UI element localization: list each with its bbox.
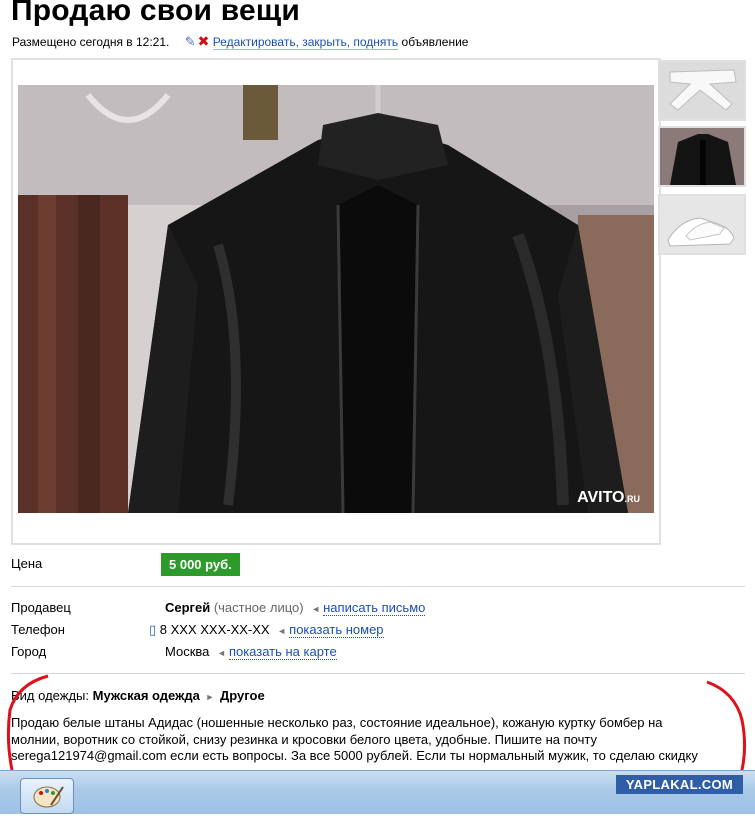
show-number-link[interactable]: показать номер bbox=[289, 622, 384, 638]
paint-palette-icon bbox=[33, 786, 64, 808]
trousers-thumb-image bbox=[660, 62, 744, 119]
edit-close-raise-link[interactable]: Редактировать, закрыть, поднять bbox=[212, 35, 399, 50]
phone-label: Телефон bbox=[11, 622, 65, 637]
seller-value: Сергей (частное лицо) ◄ написать письмо bbox=[165, 600, 426, 616]
paint-taskbar-button[interactable] bbox=[20, 778, 74, 814]
posted-text: Размещено сегодня в 12:21. bbox=[12, 35, 170, 49]
price-badge: 5 000 руб. bbox=[161, 553, 240, 576]
page-title: Продаю свои вещи bbox=[11, 0, 301, 27]
delete-x-icon[interactable]: ✖ bbox=[198, 33, 210, 49]
thumbnail-jacket[interactable] bbox=[658, 126, 746, 187]
phone-number: 8 XXX XXX-XX-XX bbox=[159, 622, 270, 637]
edit-suffix: объявление bbox=[401, 35, 469, 49]
yaplakal-watermark: YAPLAKAL.COM bbox=[615, 775, 743, 794]
thumbnail-trousers[interactable] bbox=[658, 60, 746, 121]
arrow-left-icon: ◄ bbox=[311, 604, 321, 614]
jacket-thumb-image bbox=[660, 128, 744, 185]
phone-value: ▯ 8 XXX XXX-XX-XX ◄ показать номер bbox=[149, 622, 384, 638]
avito-watermark: AVITO.RU bbox=[577, 489, 640, 506]
seller-label: Продавец bbox=[11, 600, 71, 615]
show-on-map-link[interactable]: показать на карте bbox=[228, 644, 337, 660]
main-photo-frame: AVITO.RU bbox=[11, 58, 661, 545]
posted-meta: Размещено сегодня в 12:21. ✎ ✖ Редактиров… bbox=[12, 33, 468, 50]
city-name: Москва bbox=[165, 644, 210, 659]
mobile-phone-icon: ▯ bbox=[149, 622, 157, 637]
city-label: Город bbox=[11, 644, 47, 659]
thumbnail-sneakers[interactable] bbox=[658, 194, 746, 255]
arrow-left-icon: ◄ bbox=[277, 626, 287, 636]
jacket-photo-illustration bbox=[18, 85, 654, 513]
red-annotation-marks bbox=[6, 674, 747, 779]
seller-name: Сергей bbox=[165, 600, 211, 615]
main-photo[interactable]: AVITO.RU bbox=[18, 85, 654, 513]
divider bbox=[11, 586, 745, 587]
edit-tools: ✎ ✖ bbox=[185, 33, 210, 50]
seller-type: (частное лицо) bbox=[213, 600, 304, 615]
price-label: Цена bbox=[11, 556, 43, 571]
sneakers-thumb-image bbox=[660, 196, 744, 253]
arrow-left-icon: ◄ bbox=[217, 648, 226, 658]
city-value: Москва ◄ показать на карте bbox=[165, 644, 337, 660]
pencil-icon[interactable]: ✎ bbox=[185, 34, 196, 49]
write-letter-link[interactable]: написать письмо bbox=[323, 600, 426, 616]
